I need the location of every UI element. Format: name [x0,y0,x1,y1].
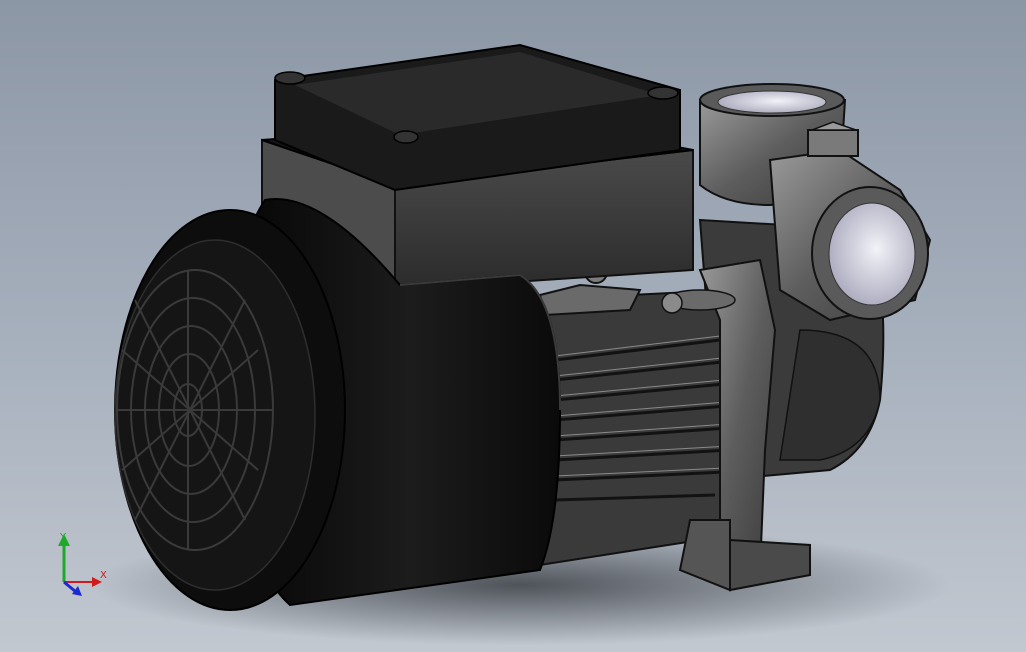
y-axis-label: Y [59,532,67,543]
pump-model[interactable] [0,0,1026,652]
axis-triad: Y X [58,532,107,596]
3d-viewport[interactable]: Y X [0,0,1026,652]
x-axis-label: X [100,570,107,581]
